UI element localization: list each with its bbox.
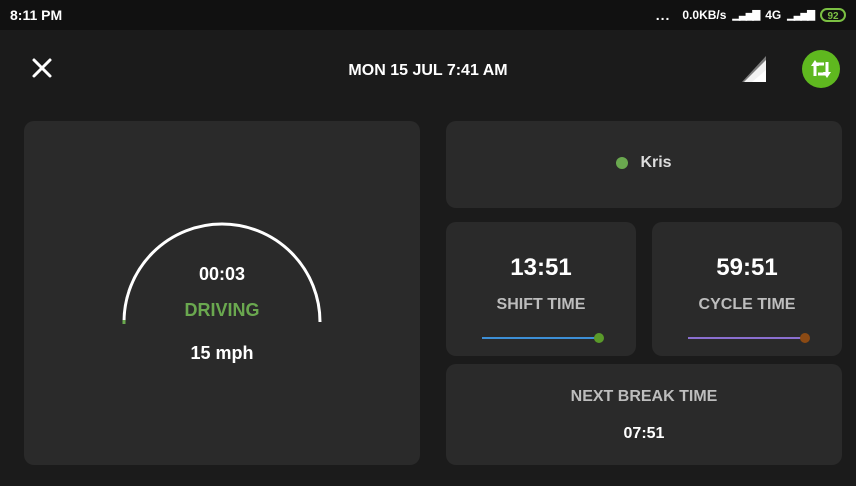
driving-status: DRIVING — [184, 300, 260, 320]
signal-icon — [740, 52, 768, 84]
shift-time-value: 13:51 — [510, 254, 572, 281]
driver-row: Kris — [446, 154, 842, 172]
driver-status-dot — [616, 157, 629, 169]
status-bar: 8:11 PM ... 0.0KB/s ▁▃▅▇ 4G ▁▃▅▇ 92 — [0, 0, 856, 30]
driver-name: Kris — [640, 154, 672, 171]
status-time: 8:11 PM — [10, 7, 63, 23]
shift-time-progress-bar — [482, 337, 600, 339]
shift-time-card: 13:51 SHIFT TIME — [446, 222, 636, 356]
next-break-label: NEXT BREAK TIME — [570, 388, 718, 405]
cycle-time-card: 59:51 CYCLE TIME — [652, 222, 842, 356]
battery-indicator: 92 — [820, 8, 846, 22]
cycle-time-label: CYCLE TIME — [698, 296, 796, 313]
cycle-time-value: 59:51 — [716, 254, 778, 281]
shift-time-progress-dot — [594, 333, 604, 343]
elapsed-time: 00:03 — [198, 264, 246, 284]
speed-gauge — [122, 222, 322, 324]
sync-button[interactable] — [802, 50, 840, 88]
current-speed: 15 mph — [190, 343, 254, 363]
driving-gauge-card: 00:03 DRIVING 15 mph — [24, 121, 420, 465]
signal-strength-icon-2: ▁▃▅▇ — [787, 9, 815, 21]
driver-card[interactable]: Kris — [446, 121, 842, 208]
more-indicators-icon: ... — [655, 7, 671, 23]
sync-icon — [811, 60, 831, 78]
cycle-time-progress-dot — [800, 333, 810, 343]
signal-strength-icon: ▁▃▅▇ — [732, 9, 760, 21]
network-type: 4G — [765, 8, 782, 22]
cycle-time-progress-bar — [688, 337, 806, 339]
next-break-value: 07:51 — [623, 425, 665, 442]
status-indicators: ... 0.0KB/s ▁▃▅▇ 4G ▁▃▅▇ 92 — [656, 6, 846, 24]
page-title: MON 15 JUL 7:41 AM — [348, 62, 508, 79]
shift-time-label: SHIFT TIME — [496, 296, 586, 313]
next-break-card: NEXT BREAK TIME 07:51 — [446, 364, 842, 465]
network-speed: 0.0KB/s — [682, 8, 727, 22]
